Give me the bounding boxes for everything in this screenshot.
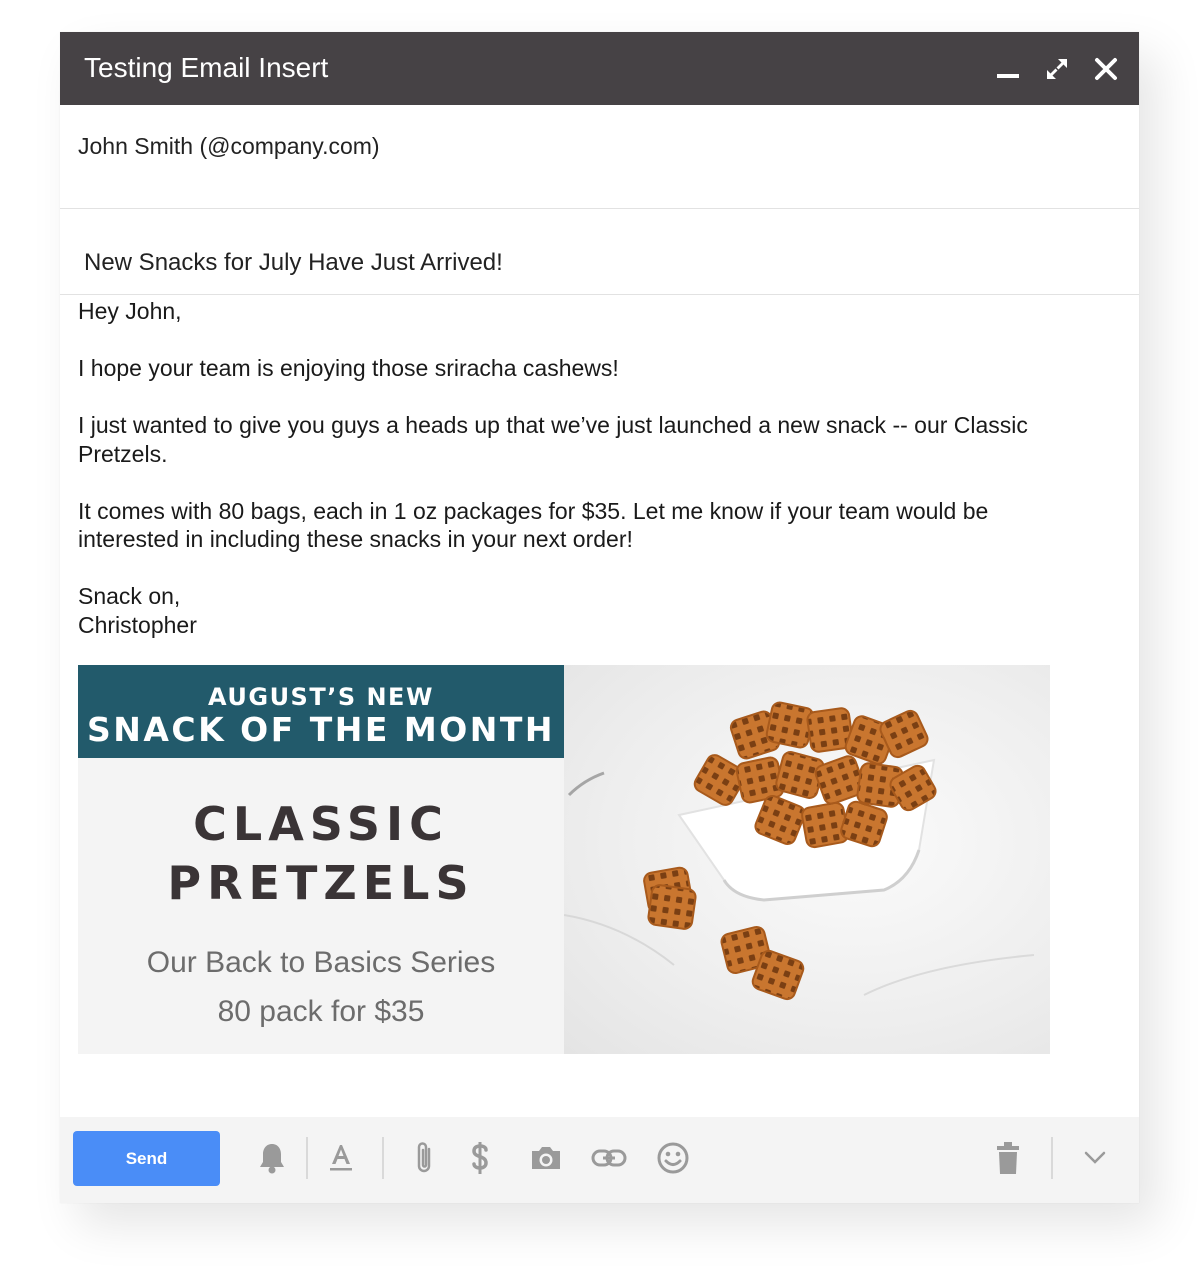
body-paragraph-2: I just wanted to give you guys a heads u…: [78, 412, 1028, 467]
banner-headline: SNACK OF THE MONTH: [86, 710, 556, 749]
banner-kicker: AUGUST’S NEW: [208, 683, 434, 711]
pretzel-photo: [564, 665, 1050, 1054]
emoji-icon[interactable]: [655, 1140, 691, 1176]
greeting: Hey John,: [78, 298, 182, 324]
window-title: Testing Email Insert: [84, 52, 329, 83]
subject-field[interactable]: New Snacks for July Have Just Arrived!: [60, 209, 1139, 295]
banner-header: AUGUST’S NEW SNACK OF THE MONTH: [78, 665, 564, 758]
sign-off: Snack on,: [78, 583, 181, 609]
expand-icon[interactable]: [1042, 54, 1072, 84]
camera-icon[interactable]: [528, 1140, 564, 1176]
toolbar-divider: [382, 1137, 384, 1179]
chevron-down-icon[interactable]: [1077, 1140, 1113, 1176]
toolbar-divider: [306, 1137, 308, 1179]
minimize-icon[interactable]: [993, 54, 1023, 84]
dollar-icon[interactable]: [462, 1140, 498, 1176]
recipient: John Smith (@company.com): [78, 133, 380, 159]
compose-toolbar: Send: [60, 1117, 1139, 1203]
product-name: CLASSIC PRETZELS: [78, 795, 564, 913]
paperclip-icon[interactable]: [406, 1140, 442, 1176]
close-icon[interactable]: [1091, 54, 1121, 84]
message-body[interactable]: Hey John, I hope your team is enjoying t…: [78, 297, 1088, 639]
title-bar: Testing Email Insert: [60, 32, 1139, 105]
text-format-icon[interactable]: [323, 1140, 359, 1176]
promo-banner: AUGUST’S NEW SNACK OF THE MONTH CLASSIC …: [78, 665, 1050, 1054]
body-paragraph-3: It comes with 80 bags, each in 1 oz pack…: [78, 497, 989, 553]
price-text: 80 pack for $35: [217, 995, 425, 1028]
product-name-line-2: PRETZELS: [167, 856, 475, 910]
compose-window: Testing Email Insert John Smith (@compan…: [60, 32, 1139, 1203]
send-button[interactable]: Send: [73, 1131, 220, 1186]
subject-text: New Snacks for July Have Just Arrived!: [84, 249, 503, 276]
pretzel-bowl-illustration: [564, 701, 1035, 1001]
link-icon[interactable]: [591, 1140, 627, 1176]
product-name-line-1: CLASSIC: [193, 797, 449, 851]
toolbar-divider: [1051, 1137, 1053, 1179]
body-paragraph-1: I hope your team is enjoying those srira…: [78, 355, 619, 381]
signature: Christopher: [78, 611, 197, 638]
series-text: Our Back to Basics Series: [146, 946, 496, 979]
trash-icon[interactable]: [990, 1140, 1026, 1176]
bell-icon[interactable]: [254, 1140, 290, 1176]
to-field[interactable]: John Smith (@company.com): [60, 105, 1139, 209]
